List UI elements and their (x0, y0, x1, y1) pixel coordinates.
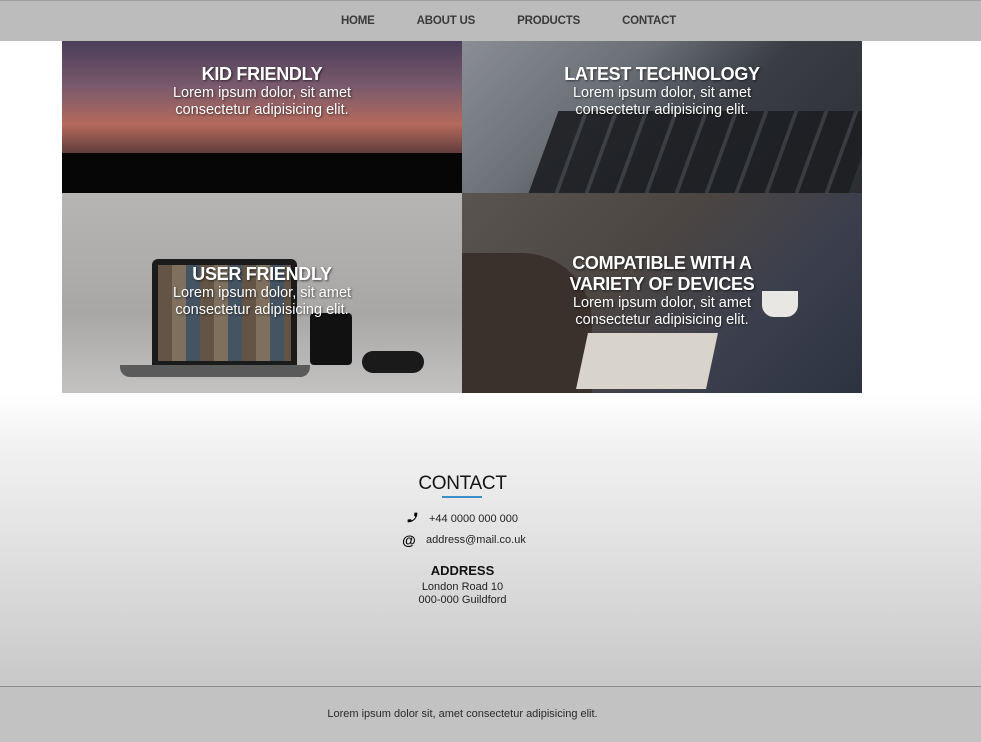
nav-item-about-us[interactable]: ABOUT US (417, 15, 476, 27)
tile-background-image (525, 111, 862, 193)
phone-number[interactable]: +44 0000 000 000 (429, 513, 518, 525)
tile-title: VARIETY OF DEVICES (569, 274, 755, 294)
tile-background-image (362, 351, 424, 373)
tile-caption: USER FRIENDLY Lorem ipsum dolor, sit ame… (62, 264, 462, 319)
phone-icon (405, 511, 419, 527)
tile-background-image (120, 365, 310, 377)
tile-text-line: consectetur adipisicing elit. (575, 102, 749, 118)
address-line: 000-000 Guildford (418, 594, 507, 606)
tile-text-line: Lorem ipsum dolor, sit amet (572, 295, 752, 311)
nav-item-contact[interactable]: CONTACT (622, 15, 676, 27)
feature-tile-latest-technology: LATEST TECHNOLOGY Lorem ipsum dolor, sit… (462, 41, 862, 193)
email-address[interactable]: address@mail.co.uk (426, 534, 526, 546)
tile-title: LATEST TECHNOLOGY (564, 64, 760, 84)
at-icon: @ (402, 532, 416, 548)
tile-background-image (310, 313, 352, 365)
tile-text-line: consectetur adipisicing elit. (175, 102, 349, 118)
footer-text: Lorem ipsum dolor sit, amet consectetur … (327, 708, 598, 720)
tile-background-image (62, 153, 462, 193)
tile-text-line: consectetur adipisicing elit. (575, 312, 749, 328)
tile-text-line: Lorem ipsum dolor, sit amet (172, 285, 352, 301)
contact-email-row: @ address@mail.co.uk (402, 532, 526, 548)
feature-tile-compatible-devices: COMPATIBLE WITH A VARIETY OF DEVICES Lor… (462, 193, 862, 393)
contact-section: CONTACT +44 0000 000 000 @ address@mail.… (0, 393, 981, 687)
tile-background-image (576, 333, 718, 389)
heading-underline (442, 496, 482, 498)
page-footer: Lorem ipsum dolor sit, amet consectetur … (0, 686, 981, 742)
contact-phone-row: +44 0000 000 000 (405, 511, 518, 527)
nav-item-home[interactable]: HOME (341, 15, 375, 27)
feature-tile-kid-friendly: KID FRIENDLY Lorem ipsum dolor, sit amet… (62, 41, 462, 193)
address-heading: ADDRESS (430, 563, 495, 578)
nav-menu: HOME ABOUT US PRODUCTS CONTACT (284, 15, 697, 27)
tile-title: COMPATIBLE WITH A (572, 253, 752, 273)
tile-caption: KID FRIENDLY Lorem ipsum dolor, sit amet… (62, 64, 462, 119)
address-line: London Road 10 (421, 581, 504, 593)
top-navbar: HOME ABOUT US PRODUCTS CONTACT (0, 0, 981, 41)
feature-tile-user-friendly: USER FRIENDLY Lorem ipsum dolor, sit ame… (62, 193, 462, 393)
tile-text-line: consectetur adipisicing elit. (175, 302, 349, 318)
tile-caption: COMPATIBLE WITH A VARIETY OF DEVICES Lor… (462, 253, 862, 329)
tile-text-line: Lorem ipsum dolor, sit amet (172, 85, 352, 101)
tile-title: USER FRIENDLY (192, 264, 332, 284)
tile-caption: LATEST TECHNOLOGY Lorem ipsum dolor, sit… (462, 64, 862, 119)
feature-grid: KID FRIENDLY Lorem ipsum dolor, sit amet… (62, 41, 862, 393)
contact-heading: CONTACT (418, 473, 507, 494)
tile-title: KID FRIENDLY (201, 64, 323, 84)
nav-item-products[interactable]: PRODUCTS (517, 15, 580, 27)
tile-text-line: Lorem ipsum dolor, sit amet (572, 85, 752, 101)
